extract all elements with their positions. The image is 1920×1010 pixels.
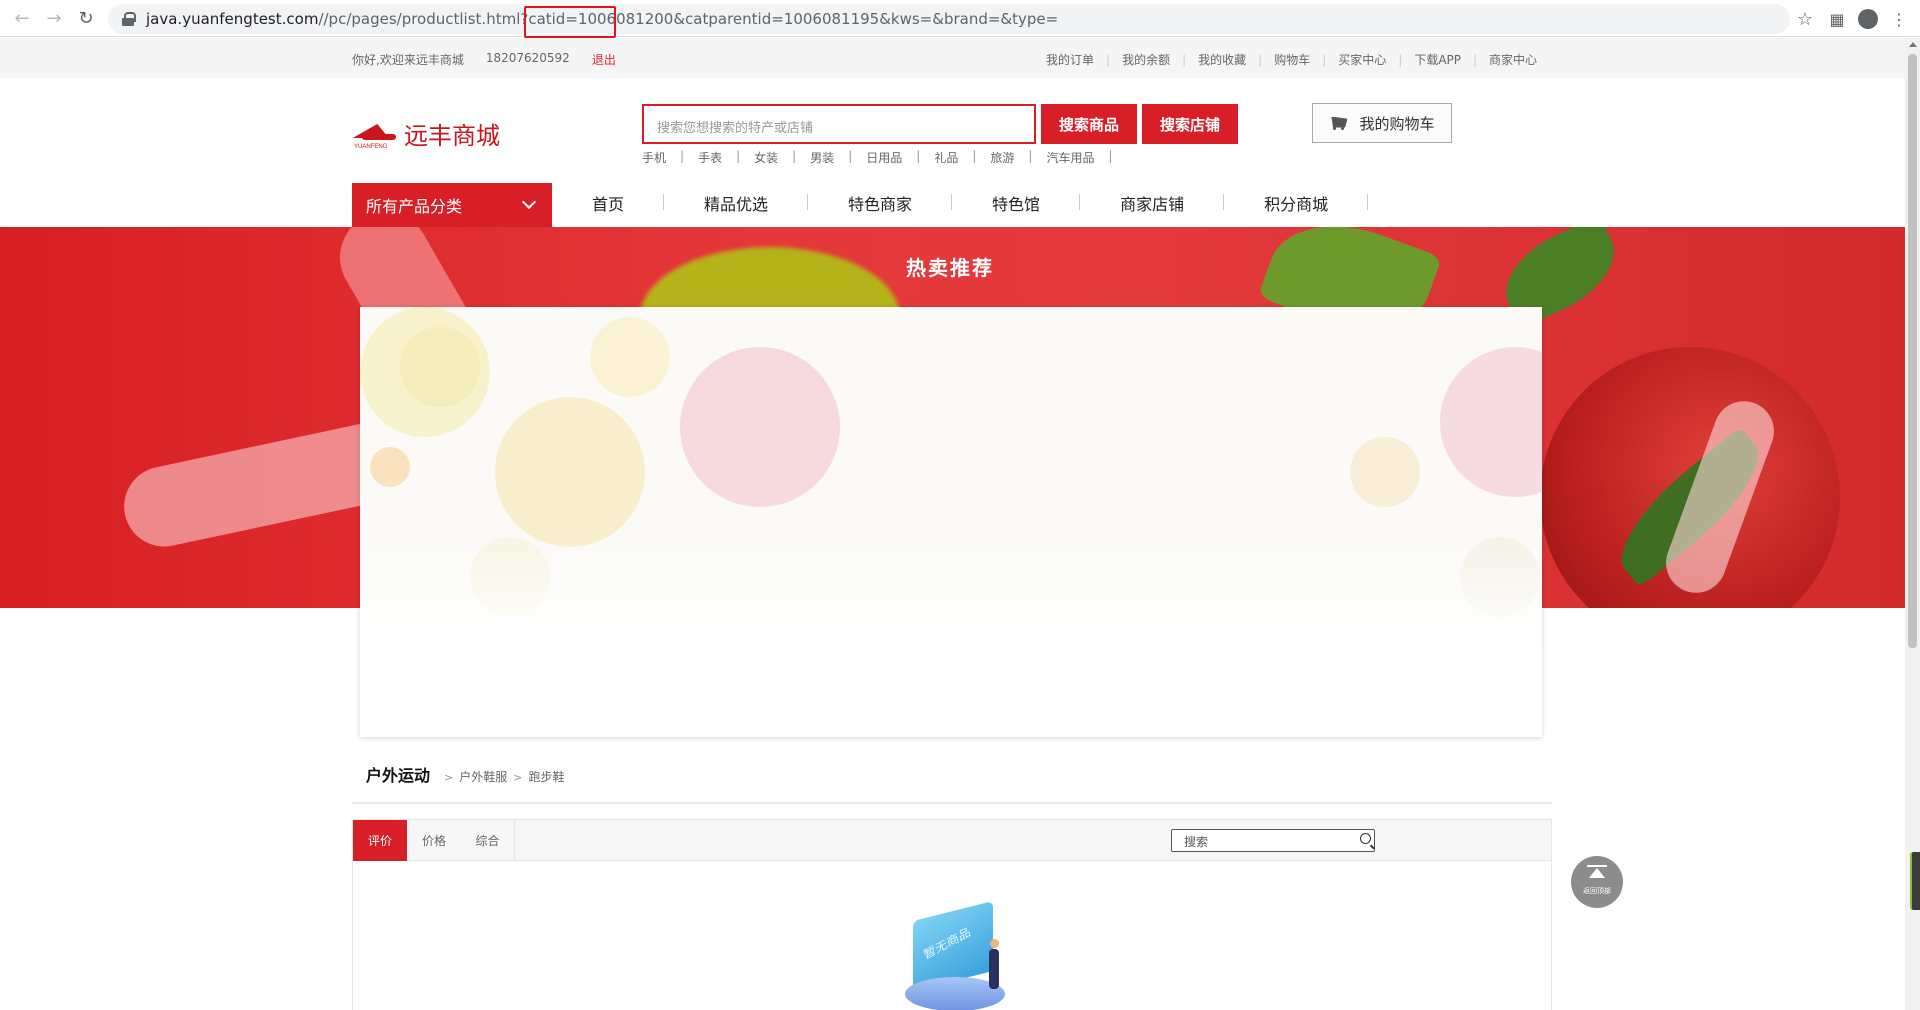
sort-bar: 评价 价格 综合 搜索	[352, 819, 1552, 861]
arrow-up-icon	[1589, 868, 1605, 878]
top-utility-bar: 你好,欢迎来远丰商城 18207620592 退出 我的订单 | 我的余额 | 我的…	[0, 38, 1905, 78]
nav-featured-merchants[interactable]: 特色商家	[808, 191, 953, 215]
chevron-down-icon	[521, 194, 537, 210]
nav-home[interactable]: 首页	[560, 191, 665, 215]
site-logo[interactable]: YUANFENG 远丰商城	[352, 116, 522, 151]
product-list-area: 暂无商品	[352, 861, 1552, 1010]
browser-toolbar: ← → ↻ java.yuanfengtest.com//pc/pages/pr…	[0, 0, 1920, 38]
search-goods-button[interactable]: 搜索商品	[1041, 104, 1137, 144]
bookmark-star-icon[interactable]: ☆	[1794, 8, 1816, 30]
cart-label: 我的购物车	[1359, 114, 1435, 133]
back-to-top-label: 返回顶部	[1583, 887, 1611, 895]
shopping-cart-icon	[1329, 117, 1347, 130]
link-download-app[interactable]: 下载APP	[1414, 51, 1461, 68]
extensions-puzzle-icon[interactable]: ▦	[1826, 8, 1848, 30]
menu-kebab-icon[interactable]: ⋮	[1888, 8, 1910, 30]
hot-recommend-panel	[360, 307, 1542, 737]
link-my-balance[interactable]: 我的余额	[1122, 51, 1170, 68]
main-nav: 首页 精品优选 特色商家 特色馆 商家店铺 积分商城	[560, 186, 1369, 220]
hot-search-words: 手机 | 手表 | 女装 | 男装 | 日用品 | 礼品 | 旅游 | 汽车用品 |	[642, 149, 1113, 166]
search-icon[interactable]	[1360, 833, 1371, 844]
breadcrumb-arrow-icon: >	[513, 771, 523, 784]
profile-avatar-icon[interactable]	[1858, 9, 1878, 29]
nav-selected-goods[interactable]: 精品优选	[664, 191, 809, 215]
user-phone[interactable]: 18207620592	[486, 51, 570, 68]
nav-points-mall[interactable]: 积分商城	[1224, 191, 1369, 215]
side-widget-tab[interactable]	[1910, 852, 1920, 910]
lock-icon	[122, 12, 136, 26]
category-label: 所有产品分类	[366, 197, 463, 216]
search-input[interactable]: 搜索您想搜索的特产或店铺	[642, 104, 1036, 144]
logout-link[interactable]: 退出	[592, 51, 616, 68]
hot-word[interactable]: 礼品	[934, 149, 958, 166]
breadcrumb: 户外运动 > 户外鞋服 > 跑步鞋	[352, 762, 1552, 804]
banner-title: 热卖推荐	[906, 256, 994, 280]
breadcrumb-level2[interactable]: 户外鞋服	[459, 768, 507, 785]
back-arrow-icon[interactable]: ←	[6, 2, 38, 34]
link-my-orders[interactable]: 我的订单	[1046, 51, 1094, 68]
scrollbar-thumb[interactable]	[1908, 54, 1917, 648]
nav-merchant-stores[interactable]: 商家店铺	[1080, 191, 1225, 215]
link-my-favorites[interactable]: 我的收藏	[1198, 51, 1246, 68]
hot-word[interactable]: 日用品	[866, 149, 902, 166]
link-buyer-center[interactable]: 买家中心	[1338, 51, 1386, 68]
in-list-search-placeholder: 搜索	[1184, 835, 1209, 849]
hot-word[interactable]: 旅游	[990, 149, 1014, 166]
search-shops-button[interactable]: 搜索店铺	[1142, 104, 1238, 144]
nav-featured-hall[interactable]: 特色馆	[952, 191, 1081, 215]
breadcrumb-arrow-icon: >	[444, 771, 454, 784]
hot-word[interactable]: 男装	[810, 149, 834, 166]
sort-tab-price[interactable]: 价格	[407, 820, 461, 861]
sort-tab-overall[interactable]: 综合	[461, 820, 515, 861]
hot-word[interactable]: 手表	[698, 149, 722, 166]
welcome-text: 你好,欢迎来远丰商城	[352, 53, 464, 67]
link-cart[interactable]: 购物车	[1274, 51, 1310, 68]
hot-word[interactable]: 汽车用品	[1046, 149, 1094, 166]
hot-word[interactable]: 女装	[754, 149, 778, 166]
hot-word[interactable]: 手机	[642, 149, 666, 166]
empty-illustration-text: 暂无商品	[922, 924, 973, 963]
breadcrumb-level3[interactable]: 跑步鞋	[528, 768, 564, 785]
top-links: 我的订单 | 我的余额 | 我的收藏 | 购物车 | 买家中心 | 下载APP | 商家中心	[1046, 51, 1538, 68]
link-seller-center[interactable]: 商家中心	[1489, 51, 1537, 68]
in-list-search-input[interactable]: 搜索	[1171, 829, 1375, 852]
empty-state-illustration: 暂无商品	[893, 891, 1013, 1010]
reload-icon[interactable]: ↻	[70, 2, 102, 34]
all-categories-dropdown[interactable]: 所有产品分类	[352, 183, 552, 227]
back-to-top-button[interactable]: 返回顶部	[1571, 856, 1623, 908]
logo-text: 远丰商城	[404, 121, 500, 150]
sort-tab-rating[interactable]: 评价	[353, 820, 407, 861]
breadcrumb-root[interactable]: 户外运动	[366, 762, 430, 786]
my-cart-button[interactable]: 我的购物车	[1312, 103, 1452, 143]
url-highlight-box	[524, 6, 616, 38]
address-bar[interactable]: java.yuanfengtest.com//pc/pages/productl…	[108, 4, 1790, 34]
logo-mark-icon: YUANFENG	[352, 118, 400, 150]
forward-arrow-icon[interactable]: →	[38, 2, 70, 34]
